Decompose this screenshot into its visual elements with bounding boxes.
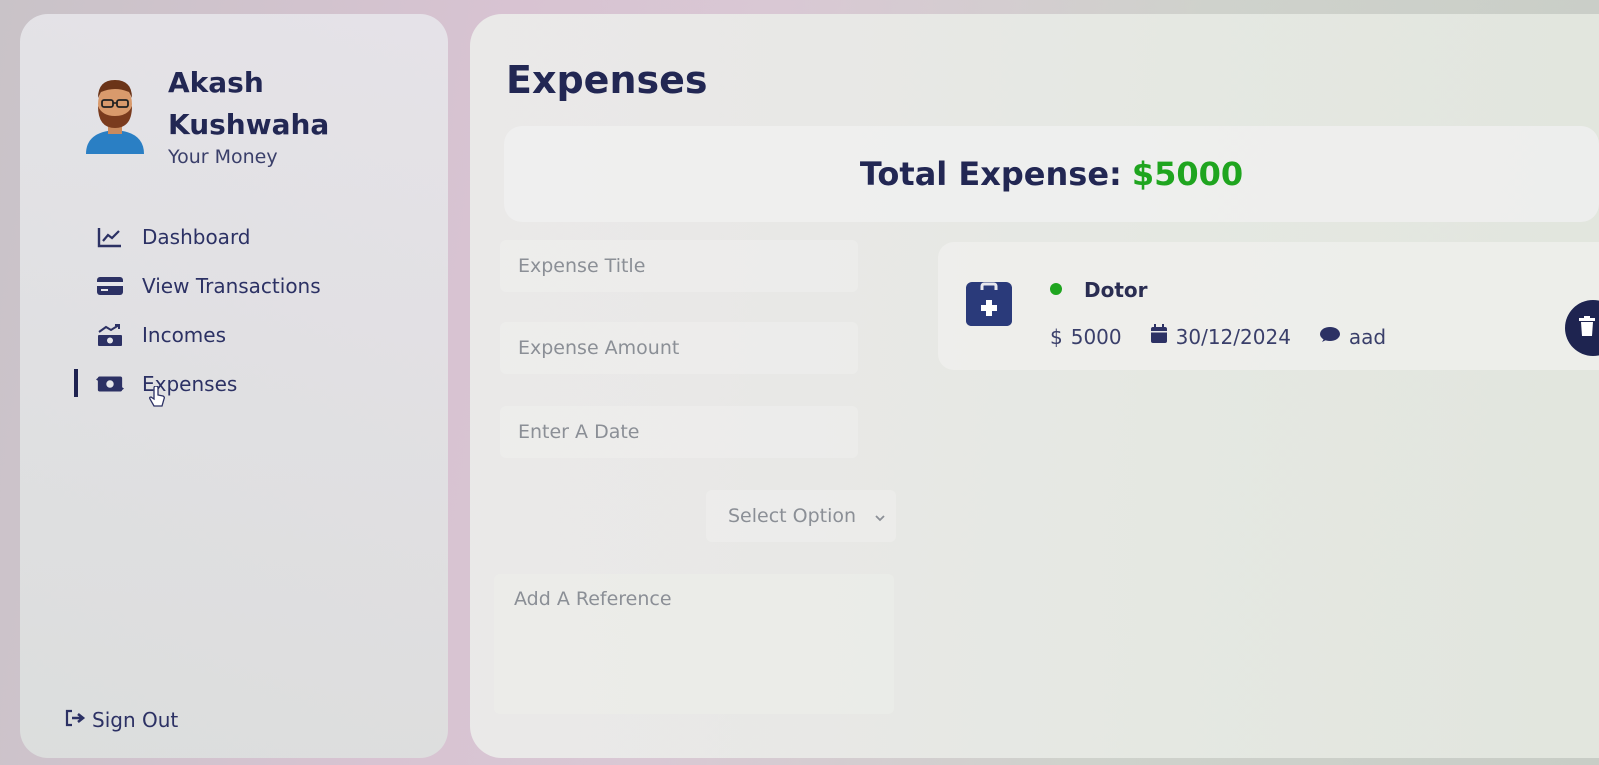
sign-out-button[interactable]: Sign Out [64, 708, 178, 732]
comment-icon [1319, 325, 1341, 349]
main-panel: Expenses Total Expense: $5000 Select Opt… [470, 14, 1599, 758]
page-title: Expenses [506, 58, 708, 102]
user-name: Akash Kushwaha [168, 66, 330, 141]
reference-textarea[interactable]: Add A Reference [494, 574, 894, 714]
trash-icon [1579, 316, 1595, 340]
medical-kit-icon [966, 282, 1012, 326]
status-dot [1050, 283, 1062, 295]
sidebar-item-dashboard[interactable]: Dashboard [74, 212, 321, 261]
expense-amount-input[interactable] [500, 322, 858, 374]
expense-item-date: 30/12/2024 [1150, 324, 1291, 349]
chevron-down-icon [874, 505, 886, 527]
expense-item-title: Dotor [1084, 278, 1148, 302]
category-select-value: Select Option [728, 505, 857, 527]
note-value: aad [1348, 324, 1387, 349]
sidebar-nav: Dashboard View Transactions Incomes Expe… [74, 212, 321, 408]
sidebar-item-expenses[interactable]: Expenses [74, 359, 321, 408]
sign-out-icon [64, 708, 86, 732]
sidebar-item-view-transactions[interactable]: View Transactions [74, 261, 321, 310]
credit-card-icon [96, 274, 124, 298]
total-expense-card: Total Expense: $5000 [504, 126, 1599, 222]
expense-item-meta: $ 5000 30/12/2024 aad [1050, 324, 1386, 349]
amount-value: 5000 [1070, 324, 1122, 349]
sidebar-item-incomes[interactable]: Incomes [74, 310, 321, 359]
delete-button[interactable] [1565, 300, 1599, 356]
expense-title-input[interactable] [500, 240, 858, 292]
user-subtitle: Your Money [168, 146, 278, 168]
chart-line-icon [96, 225, 124, 249]
sign-out-label: Sign Out [92, 708, 179, 732]
sidebar-item-label: Dashboard [142, 224, 251, 249]
expense-date-input[interactable] [500, 406, 858, 458]
expense-item-amount: $ 5000 [1050, 325, 1122, 349]
category-select[interactable]: Select Option [706, 490, 896, 542]
money-trend-icon [96, 323, 124, 347]
reference-placeholder: Add A Reference [514, 588, 672, 610]
sidebar-item-label: Incomes [142, 322, 227, 347]
sidebar: Akash Kushwaha Your Money Dashboard View… [20, 14, 448, 758]
money-bill-transfer-icon [96, 372, 124, 396]
dollar-icon: $ [1050, 324, 1063, 349]
expense-item: Dotor $ 5000 30/12/2024 aad [938, 242, 1599, 370]
total-expense-label: Total Expense: [859, 155, 1122, 193]
expense-item-note: aad [1319, 325, 1386, 349]
sidebar-item-label: View Transactions [142, 273, 321, 298]
avatar [80, 70, 150, 158]
date-value: 30/12/2024 [1175, 324, 1291, 349]
total-expense-amount: $5000 [1131, 155, 1244, 193]
hand-cursor-icon [148, 385, 166, 412]
calendar-icon [1150, 324, 1168, 349]
